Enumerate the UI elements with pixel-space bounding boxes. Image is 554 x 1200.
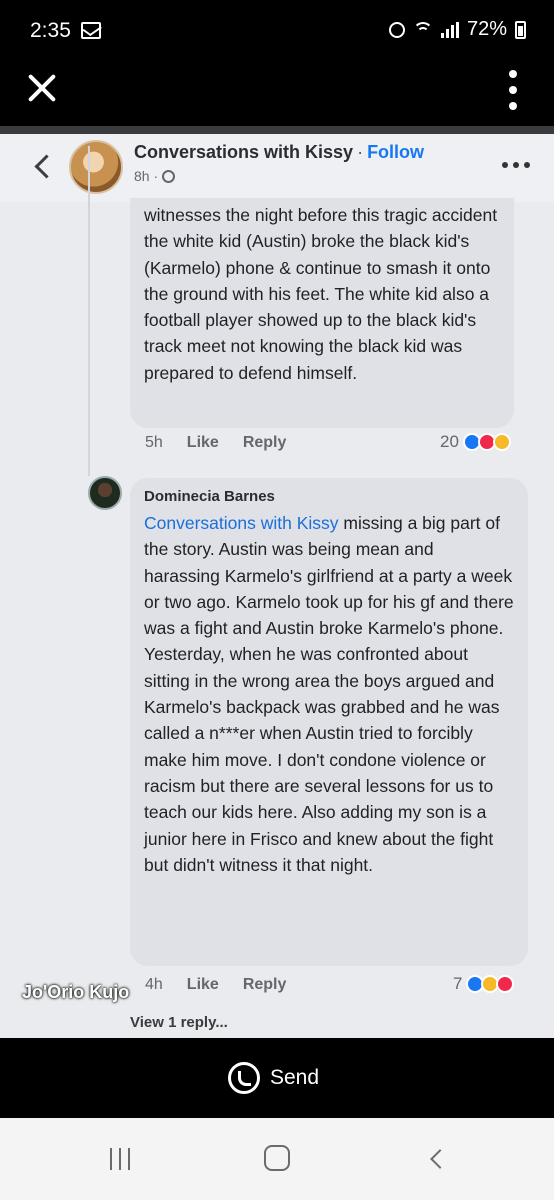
thread-line	[88, 146, 90, 476]
reply-reply-button[interactable]: Reply	[243, 976, 287, 994]
watermark: Jo'Orio Kujo	[22, 982, 130, 1002]
alarm-icon	[388, 21, 405, 38]
back-icon[interactable]	[428, 1148, 446, 1170]
reply-reaction-summary[interactable]: 7	[453, 974, 515, 994]
view-replies-link[interactable]: View 1 reply...	[130, 1014, 228, 1031]
reply-comment-body: Conversations with Kissy missing a big p…	[144, 510, 514, 878]
globe-icon	[162, 170, 176, 183]
comment-actions: 5h Like Reply	[145, 434, 286, 452]
recents-icon[interactable]	[110, 1148, 130, 1170]
reply-reaction-count: 7	[453, 974, 463, 993]
commenter-avatar[interactable]	[88, 476, 122, 510]
signal-icon	[440, 21, 459, 38]
reply-comment-actions: 4h Like Reply	[145, 976, 286, 994]
status-indicators: 72%	[388, 18, 526, 41]
name-separator: ·	[357, 142, 364, 162]
reply-time: 4h	[145, 976, 163, 993]
page-title: Conversations with Kissy · Follow	[134, 142, 424, 163]
reaction-summary[interactable]: 20	[440, 432, 511, 452]
send-button[interactable]: Send	[228, 1062, 319, 1094]
whatsapp-icon	[228, 1062, 260, 1094]
more-options-icon[interactable]	[508, 70, 518, 110]
battery-icon	[515, 20, 526, 39]
gmail-notification-icon	[81, 22, 101, 39]
battery-percent: 72%	[466, 18, 507, 40]
post-time: 8h ·	[134, 168, 159, 184]
reaction-count: 20	[440, 432, 459, 451]
like-button[interactable]: Like	[187, 434, 219, 452]
love-reaction-icon	[496, 975, 515, 993]
send-label: Send	[270, 1066, 320, 1089]
post-timestamp: 8h ·	[134, 168, 176, 184]
close-icon[interactable]	[26, 72, 58, 104]
follow-button[interactable]: Follow	[367, 142, 424, 162]
comment-bubble: witnesses the night before this tragic a…	[130, 198, 514, 428]
page-name[interactable]: Conversations with Kissy	[134, 142, 353, 162]
post-header: Conversations with Kissy · Follow 8h ·	[0, 134, 554, 202]
haha-reaction-icon	[492, 433, 511, 451]
reply-like-button[interactable]: Like	[187, 976, 219, 994]
home-icon[interactable]	[264, 1145, 290, 1171]
back-chevron-icon[interactable]	[32, 152, 52, 180]
page-avatar[interactable]	[69, 140, 123, 194]
wifi-icon	[412, 21, 433, 38]
commenter-name[interactable]: Dominecia Barnes	[144, 486, 514, 508]
status-time: 2:35	[30, 19, 71, 42]
post-more-icon[interactable]	[502, 162, 530, 168]
comment-time: 5h	[145, 434, 163, 451]
share-bar: Send	[0, 1038, 554, 1118]
status-bar: 2:35 72%	[0, 0, 554, 60]
system-navigation-bar	[0, 1118, 554, 1200]
mention-link[interactable]: Conversations with Kissy	[144, 513, 339, 533]
reply-comment-bubble: Dominecia Barnes Conversations with Kiss…	[130, 478, 528, 966]
shared-photo: Conversations with Kissy · Follow 8h · wit…	[0, 126, 554, 1038]
reply-comment-text: missing a big part of the story. Austin …	[144, 513, 514, 875]
comment-text: witnesses the night before this tragic a…	[144, 205, 498, 383]
reply-button[interactable]: Reply	[243, 434, 287, 452]
image-viewer-toolbar	[0, 60, 554, 126]
